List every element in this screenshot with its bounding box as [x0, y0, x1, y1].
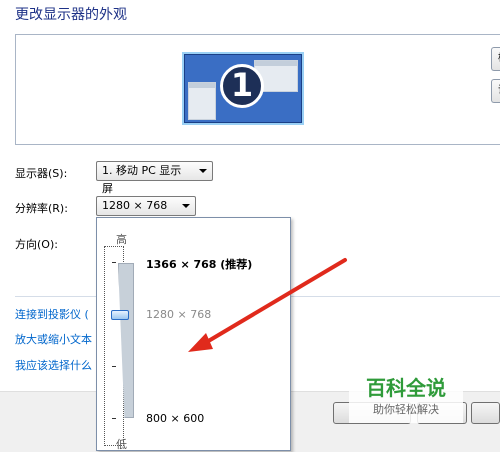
watermark-main-text: 百科全说: [366, 376, 446, 400]
watermark-sub-text: 助你轻松解决: [373, 403, 439, 416]
watermark-logo: 百科全说 助你轻松解决: [349, 375, 463, 423]
